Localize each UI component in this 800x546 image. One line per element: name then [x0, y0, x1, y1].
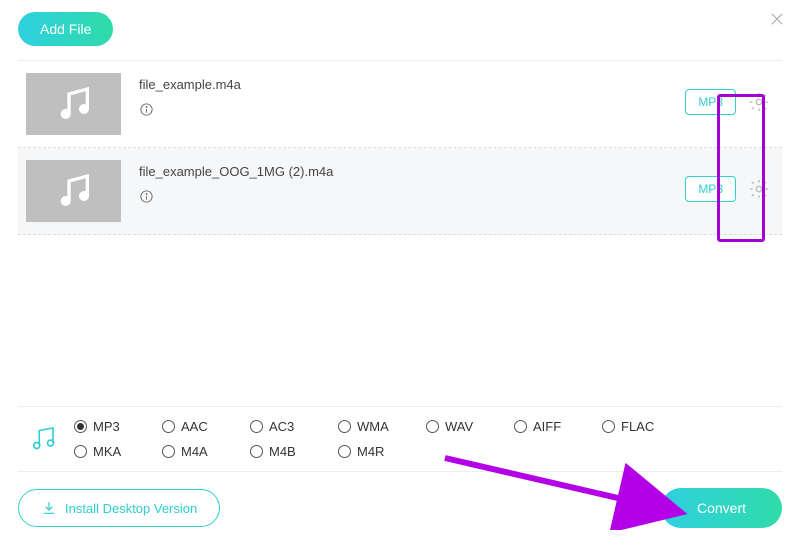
format-option-label: MKA: [93, 444, 121, 459]
format-option-label: M4A: [181, 444, 208, 459]
app-window: Add File file_example.m4a MP3: [0, 0, 800, 546]
format-option-mka[interactable]: MKA: [74, 444, 162, 459]
format-option-label: AAC: [181, 419, 208, 434]
output-format-badge[interactable]: MP3: [685, 176, 736, 202]
radio-icon: [250, 445, 263, 458]
file-row: file_example_OOG_1MG (2).m4a MP3: [18, 148, 782, 235]
radio-icon: [74, 445, 87, 458]
format-option-ac3[interactable]: AC3: [250, 419, 338, 434]
music-note-icon: [54, 171, 94, 211]
format-option-label: AC3: [269, 419, 294, 434]
bottom-bar: Install Desktop Version Convert: [18, 472, 782, 528]
file-thumbnail: [26, 73, 121, 135]
download-icon: [41, 500, 57, 516]
info-icon[interactable]: [139, 102, 154, 117]
format-option-wma[interactable]: WMA: [338, 419, 426, 434]
file-meta: file_example.m4a: [121, 73, 685, 120]
settings-button[interactable]: [748, 91, 770, 113]
radio-icon: [250, 420, 263, 433]
format-option-m4b[interactable]: M4B: [250, 444, 338, 459]
format-option-m4a[interactable]: M4A: [162, 444, 250, 459]
radio-icon: [426, 420, 439, 433]
format-option-label: MP3: [93, 419, 120, 434]
format-options: MP3 AAC AC3 WMA WAV AIFF FLAC MKA M4A M4B M4R: [74, 419, 776, 459]
file-actions: MP3: [685, 160, 774, 202]
install-desktop-button[interactable]: Install Desktop Version: [18, 489, 220, 527]
file-name: file_example.m4a: [139, 77, 685, 92]
radio-icon: [514, 420, 527, 433]
format-option-label: M4R: [357, 444, 384, 459]
file-name: file_example_OOG_1MG (2).m4a: [139, 164, 685, 179]
file-list: file_example.m4a MP3 file_example_OOG_1M…: [18, 61, 782, 235]
format-option-label: WMA: [357, 419, 389, 434]
install-desktop-label: Install Desktop Version: [65, 501, 197, 516]
file-actions: MP3: [685, 73, 774, 115]
format-selector: MP3 AAC AC3 WMA WAV AIFF FLAC MKA M4A M4B M4R: [18, 406, 782, 472]
format-option-mp3[interactable]: MP3: [74, 419, 162, 434]
radio-icon: [162, 445, 175, 458]
close-icon: [768, 10, 786, 28]
output-format-badge[interactable]: MP3: [685, 89, 736, 115]
format-option-label: M4B: [269, 444, 296, 459]
gear-icon: [748, 178, 770, 200]
format-option-aiff[interactable]: AIFF: [514, 419, 602, 434]
file-thumbnail: [26, 160, 121, 222]
radio-icon: [338, 445, 351, 458]
top-bar: Add File: [18, 12, 782, 61]
settings-button[interactable]: [748, 178, 770, 200]
close-button[interactable]: [768, 10, 786, 33]
format-option-aac[interactable]: AAC: [162, 419, 250, 434]
convert-button[interactable]: Convert: [661, 488, 782, 528]
radio-icon: [602, 420, 615, 433]
radio-icon: [338, 420, 351, 433]
music-note-icon: [54, 84, 94, 124]
format-option-m4r[interactable]: M4R: [338, 444, 426, 459]
gear-icon: [748, 91, 770, 113]
add-file-button[interactable]: Add File: [18, 12, 113, 46]
format-option-wav[interactable]: WAV: [426, 419, 514, 434]
radio-icon: [162, 420, 175, 433]
file-row: file_example.m4a MP3: [18, 61, 782, 148]
info-icon[interactable]: [139, 189, 154, 204]
format-option-label: WAV: [445, 419, 473, 434]
radio-icon: [74, 420, 87, 433]
format-option-label: FLAC: [621, 419, 654, 434]
spacer: [18, 235, 782, 406]
format-option-label: AIFF: [533, 419, 561, 434]
file-meta: file_example_OOG_1MG (2).m4a: [121, 160, 685, 207]
format-option-flac[interactable]: FLAC: [602, 419, 690, 434]
music-icon: [24, 419, 74, 458]
